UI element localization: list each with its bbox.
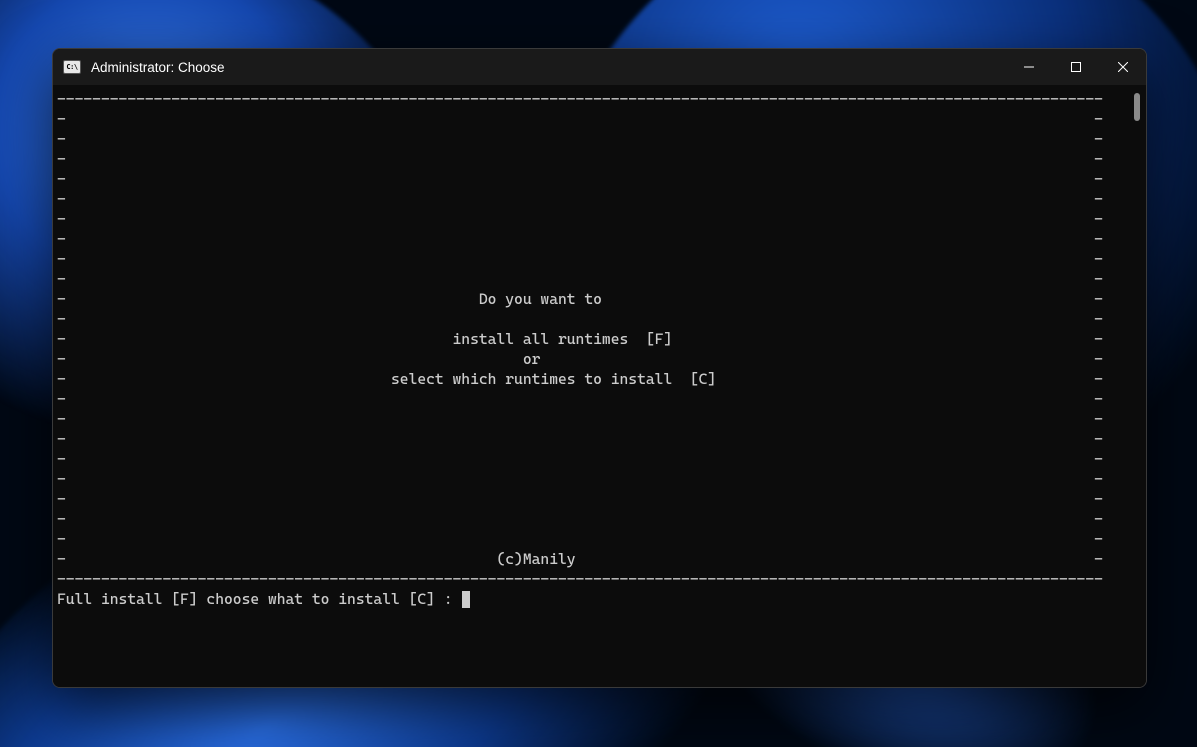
maximize-button[interactable]: [1052, 49, 1099, 85]
terminal-body[interactable]: ----------------------------------------…: [53, 85, 1146, 687]
box-row: - -: [57, 530, 1103, 548]
box-row: - -: [57, 150, 1103, 168]
titlebar[interactable]: C:\ Administrator: Choose: [53, 49, 1146, 85]
close-button[interactable]: [1099, 49, 1146, 85]
terminal-window: C:\ Administrator: Choose --------------…: [52, 48, 1147, 688]
box-row: - -: [57, 230, 1103, 248]
box-row: - -: [57, 110, 1103, 128]
scrollbar-thumb[interactable]: [1134, 93, 1140, 121]
box-row: - -: [57, 470, 1103, 488]
cmd-icon: C:\: [63, 60, 81, 74]
option-or: - or -: [57, 350, 1103, 368]
box-border-top: ----------------------------------------…: [57, 90, 1103, 108]
box-row: - -: [57, 310, 1103, 328]
box-row: - -: [57, 410, 1103, 428]
box-row: - -: [57, 490, 1103, 508]
box-row: - -: [57, 390, 1103, 408]
box-row: - -: [57, 250, 1103, 268]
box-row: - -: [57, 170, 1103, 188]
prompt-question: - Do you want to -: [57, 290, 1103, 308]
box-row: - -: [57, 430, 1103, 448]
box-row: - -: [57, 510, 1103, 528]
box-row: - -: [57, 270, 1103, 288]
minimize-button[interactable]: [1005, 49, 1052, 85]
box-row: - -: [57, 190, 1103, 208]
input-prompt: Full install [F] choose what to install …: [57, 590, 461, 608]
option-full-install: - install all runtimes [F] -: [57, 330, 1103, 348]
box-row: - -: [57, 130, 1103, 148]
box-row: - -: [57, 450, 1103, 468]
scrollbar[interactable]: [1130, 89, 1144, 683]
window-title: Administrator: Choose: [91, 60, 225, 75]
terminal-output: ----------------------------------------…: [57, 89, 1130, 683]
box-border-bottom: ----------------------------------------…: [57, 570, 1103, 588]
cursor: [462, 591, 470, 608]
box-row: - -: [57, 210, 1103, 228]
window-controls: [1005, 49, 1146, 85]
option-choose-install: - select which runtimes to install [C] -: [57, 370, 1103, 388]
credit-line: - (c)Manily -: [57, 550, 1103, 568]
